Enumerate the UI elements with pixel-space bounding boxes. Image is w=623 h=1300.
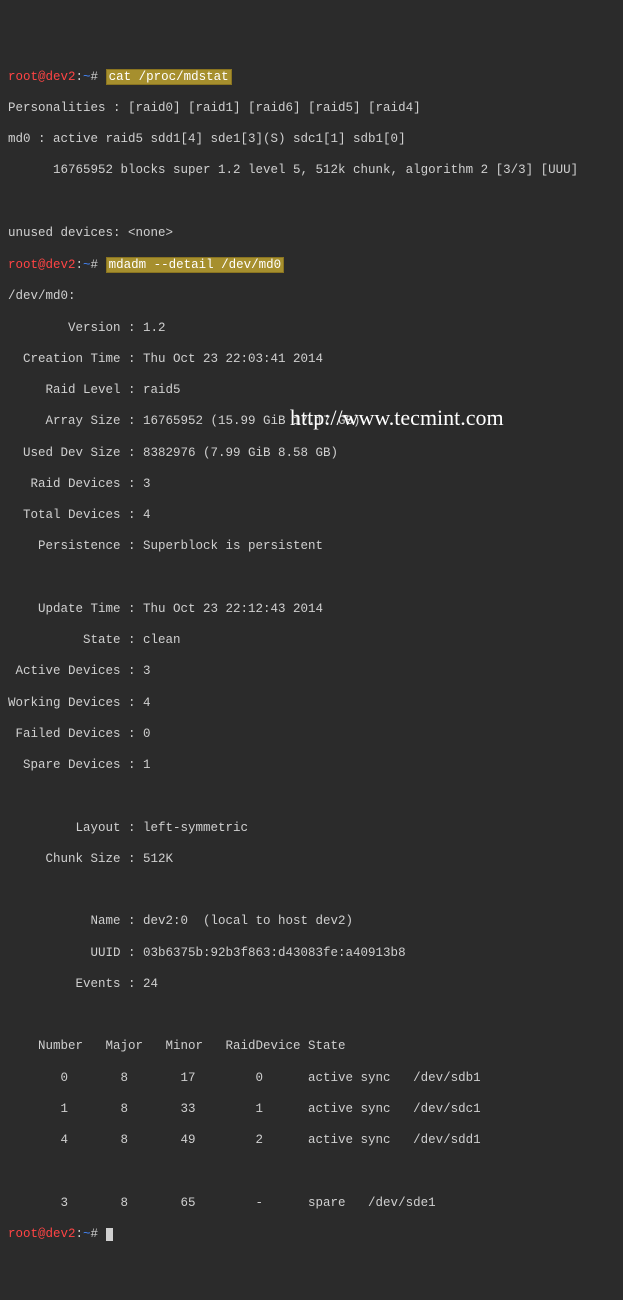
prompt-user: root@dev2 — [8, 258, 76, 272]
prompt-line-2: root@dev2:~# mdadm --detail /dev/md0 — [8, 257, 615, 274]
detail-row-1: 1 8 33 1 active sync /dev/sdc1 — [8, 1102, 615, 1118]
mdstat-blocks: 16765952 blocks super 1.2 level 5, 512k … — [8, 163, 615, 179]
prompt-colon: : — [76, 1227, 84, 1241]
detail-state: State : clean — [8, 633, 615, 649]
prompt-hash: # — [91, 1227, 99, 1241]
detail-tdev: Total Devices : 4 — [8, 508, 615, 524]
mdstat-unused: unused devices: <none> — [8, 226, 615, 242]
detail-row-0: 0 8 17 0 active sync /dev/sdb1 — [8, 1071, 615, 1087]
mdstat-personalities: Personalities : [raid0] [raid1] [raid6] … — [8, 101, 615, 117]
detail-uuid: UUID : 03b6375b:92b3f863:d43083fe:a40913… — [8, 946, 615, 962]
prompt-user: root@dev2 — [8, 70, 76, 84]
prompt-colon: : — [76, 70, 84, 84]
prompt-hash: # — [91, 70, 99, 84]
detail-row-2: 4 8 49 2 active sync /dev/sdd1 — [8, 1133, 615, 1149]
prompt-user: root@dev2 — [8, 1227, 76, 1241]
prompt-line-3[interactable]: root@dev2:~# — [8, 1227, 615, 1243]
detail-layout: Layout : left-symmetric — [8, 821, 615, 837]
blank — [8, 1008, 615, 1024]
detail-fdev: Failed Devices : 0 — [8, 727, 615, 743]
command-1-highlight: cat /proc/mdstat — [106, 69, 232, 85]
detail-utime: Update Time : Thu Oct 23 22:12:43 2014 — [8, 602, 615, 618]
blank — [8, 789, 615, 805]
blank — [8, 883, 615, 899]
detail-name: Name : dev2:0 (local to host dev2) — [8, 914, 615, 930]
watermark-text: http://www.tecmint.com — [290, 404, 504, 432]
detail-persist: Persistence : Superblock is persistent — [8, 539, 615, 555]
prompt-path: ~ — [83, 258, 91, 272]
cursor-icon[interactable] — [106, 1228, 113, 1241]
detail-header: /dev/md0: — [8, 289, 615, 305]
detail-rdev: Raid Devices : 3 — [8, 477, 615, 493]
detail-wdev: Working Devices : 4 — [8, 696, 615, 712]
command-2-highlight: mdadm --detail /dev/md0 — [106, 257, 285, 273]
mdstat-md0: md0 : active raid5 sdd1[4] sde1[3](S) sd… — [8, 132, 615, 148]
detail-table-head: Number Major Minor RaidDevice State — [8, 1039, 615, 1055]
prompt-hash: # — [91, 258, 99, 272]
detail-ctime: Creation Time : Thu Oct 23 22:03:41 2014 — [8, 352, 615, 368]
detail-events: Events : 24 — [8, 977, 615, 993]
prompt-path: ~ — [83, 70, 91, 84]
detail-level: Raid Level : raid5 — [8, 383, 615, 399]
detail-row-3: 3 8 65 - spare /dev/sde1 — [8, 1196, 615, 1212]
detail-chunk: Chunk Size : 512K — [8, 852, 615, 868]
detail-usize: Used Dev Size : 8382976 (7.99 GiB 8.58 G… — [8, 446, 615, 462]
prompt-path: ~ — [83, 1227, 91, 1241]
prompt-line-1: root@dev2:~# cat /proc/mdstat — [8, 69, 615, 86]
detail-adev: Active Devices : 3 — [8, 664, 615, 680]
prompt-colon: : — [76, 258, 84, 272]
blank — [8, 571, 615, 587]
blank — [8, 1164, 615, 1180]
detail-version: Version : 1.2 — [8, 321, 615, 337]
blank — [8, 195, 615, 211]
detail-sdev: Spare Devices : 1 — [8, 758, 615, 774]
